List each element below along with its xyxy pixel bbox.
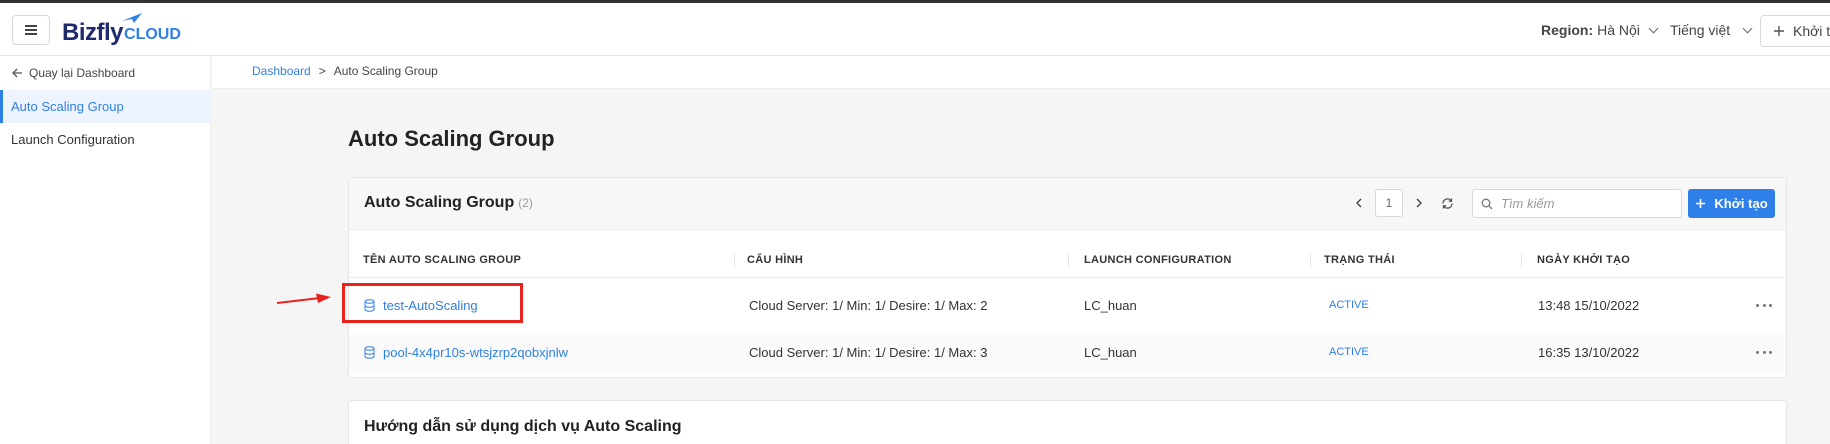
pager-prev-button[interactable]: [1350, 193, 1368, 213]
logo-text: Bizfly: [62, 19, 124, 46]
refresh-icon: [1441, 197, 1453, 209]
card-count: (2): [518, 196, 533, 210]
breadcrumb-dashboard-link[interactable]: Dashboard: [252, 64, 311, 78]
back-to-dashboard-link[interactable]: Quay lại Dashboard: [12, 66, 135, 80]
sidebar-item-label: Auto Scaling Group: [11, 99, 124, 114]
column-divider: [1521, 254, 1522, 268]
sidebar: Quay lại Dashboard Auto Scaling Group La…: [0, 56, 211, 444]
refresh-button[interactable]: [1438, 193, 1456, 213]
row-created: 16:35 13/10/2022: [1538, 345, 1640, 360]
region-selector[interactable]: Region: Hà Nội: [1541, 22, 1659, 38]
create-button[interactable]: Khởi tạo: [1688, 189, 1775, 218]
arrow-left-icon: [12, 68, 22, 78]
breadcrumb-bar: Dashboard > Auto Scaling Group: [212, 56, 1830, 89]
breadcrumb-separator: >: [318, 64, 326, 78]
status-badge: ACTIVE: [1329, 346, 1369, 358]
back-label: Quay lại Dashboard: [29, 66, 136, 80]
region-value: Hà Nội: [1597, 22, 1640, 38]
table-row[interactable]: pool-4x4pr10s-wtsjzrp2qobxjnlw Cloud Ser…: [349, 333, 1786, 373]
card-header: Auto Scaling Group (2) 1 Tìm kiếm Khởi t…: [349, 178, 1786, 230]
search-box[interactable]: [1472, 189, 1682, 218]
column-header-created[interactable]: NGÀY KHỞI TẠO: [1537, 254, 1630, 266]
column-divider: [1310, 254, 1311, 268]
chevron-left-icon: [1356, 198, 1362, 208]
menu-icon: [25, 25, 37, 35]
auto-scaling-group-card: Auto Scaling Group (2) 1 Tìm kiếm Khởi t…: [348, 177, 1787, 378]
page-number[interactable]: 1: [1375, 189, 1403, 217]
row-more-button[interactable]: [1756, 298, 1772, 312]
column-header-launch-configuration[interactable]: LAUNCH CONFIGURATION: [1084, 254, 1232, 266]
row-name-link[interactable]: pool-4x4pr10s-wtsjzrp2qobxjnlw: [364, 345, 568, 360]
highlight-annotation-box: [342, 283, 523, 323]
row-config: Cloud Server: 1/ Min: 1/ Desire: 1/ Max:…: [749, 345, 988, 360]
table-header: TÊN AUTO SCALING GROUP CẤU HÌNH LAUNCH C…: [349, 230, 1786, 278]
row-name-text: pool-4x4pr10s-wtsjzrp2qobxjnlw: [383, 345, 568, 360]
logo-cloud-text: CLOUD: [124, 26, 181, 43]
row-launch-configuration: LC_huan: [1084, 345, 1137, 360]
plus-icon: [1696, 199, 1706, 208]
language-selector[interactable]: Tiếng việt: [1670, 22, 1753, 38]
language-value: Tiếng việt: [1670, 22, 1731, 38]
more-icon: [1756, 350, 1759, 354]
status-badge: ACTIVE: [1329, 299, 1369, 311]
column-divider: [1068, 254, 1069, 268]
row-created: 13:48 15/10/2022: [1538, 298, 1640, 313]
guide-card: Hướng dẫn sử dụng dịch vụ Auto Scaling: [348, 400, 1787, 444]
row-config: Cloud Server: 1/ Min: 1/ Desire: 1/ Max:…: [749, 298, 988, 313]
row-more-button[interactable]: [1756, 345, 1772, 359]
region-label: Region:: [1541, 22, 1594, 38]
chevron-right-icon: [1416, 198, 1422, 208]
plus-icon: [1774, 26, 1784, 36]
column-header-status[interactable]: TRẠNG THÁI: [1324, 254, 1395, 266]
breadcrumb-current: Auto Scaling Group: [333, 64, 438, 78]
search-input[interactable]: [1501, 196, 1661, 211]
row-launch-configuration: LC_huan: [1084, 298, 1137, 313]
top-bar: Bizfly CLOUD Region: Hà Nội Tiếng việt K…: [0, 0, 1830, 56]
chevron-down-icon: [1742, 23, 1753, 33]
sidebar-item-launch-configuration[interactable]: Launch Configuration: [0, 123, 211, 156]
search-icon: [1481, 198, 1493, 209]
create-top-button[interactable]: Khởi tạo: [1760, 15, 1830, 47]
create-button-label: Khởi tạo: [1714, 196, 1768, 211]
sidebar-item-auto-scaling-group[interactable]: Auto Scaling Group: [0, 90, 211, 123]
more-icon: [1756, 303, 1759, 307]
column-header-name[interactable]: TÊN AUTO SCALING GROUP: [363, 254, 521, 266]
breadcrumb: Dashboard > Auto Scaling Group: [252, 64, 438, 78]
sidebar-item-label: Launch Configuration: [11, 132, 135, 147]
create-top-label: Khởi tạo: [1793, 23, 1830, 39]
table-row[interactable]: test-AutoScaling Cloud Server: 1/ Min: 1…: [349, 286, 1786, 326]
database-icon: [364, 346, 375, 359]
card-title: Auto Scaling Group (2): [364, 194, 533, 212]
pager-next-button[interactable]: [1410, 193, 1428, 213]
guide-title: Hướng dẫn sử dụng dịch vụ Auto Scaling: [364, 418, 682, 435]
page-title: Auto Scaling Group: [348, 126, 555, 151]
card-title-text: Auto Scaling Group: [364, 194, 515, 211]
annotation-arrow-icon: [276, 293, 331, 304]
logo[interactable]: Bizfly CLOUD: [62, 13, 181, 47]
column-header-config[interactable]: CẤU HÌNH: [747, 254, 803, 266]
logo-mark-icon: [122, 13, 142, 23]
chevron-down-icon: [1648, 23, 1659, 33]
column-divider: [734, 254, 735, 268]
menu-button[interactable]: [12, 15, 50, 45]
